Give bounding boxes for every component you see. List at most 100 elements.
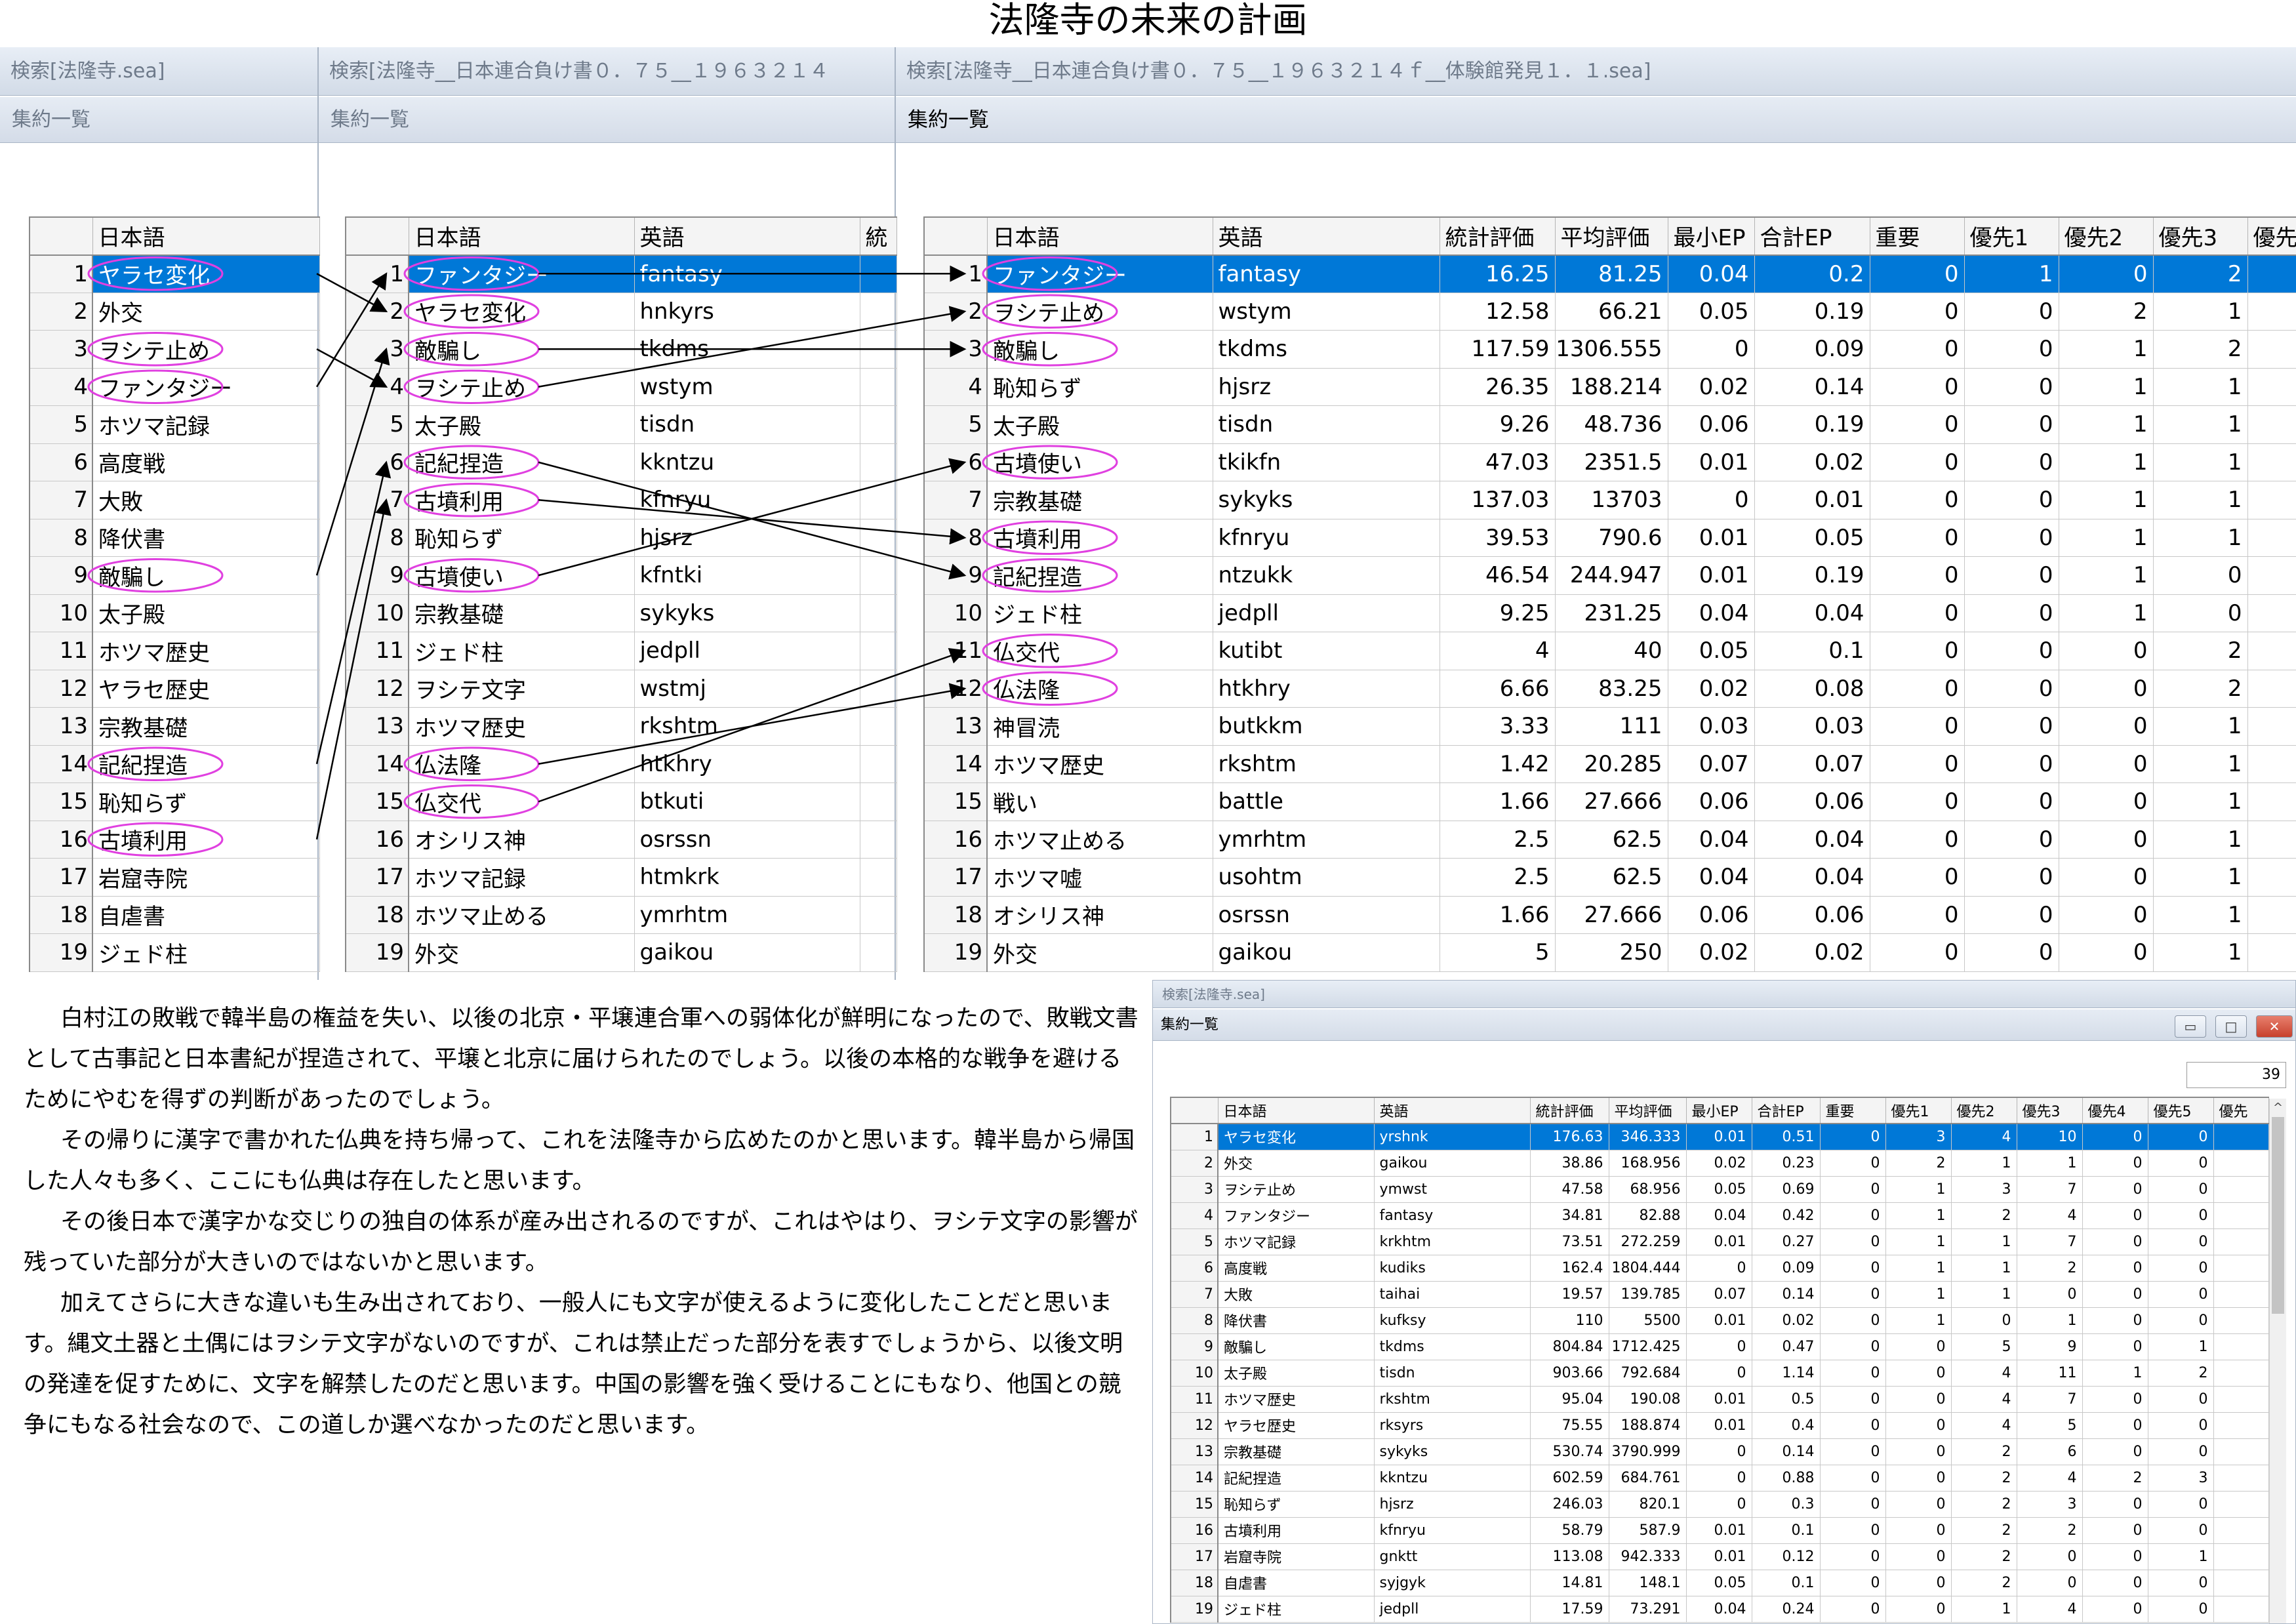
cell-sum-ep[interactable]: 0.42 (1752, 1202, 1821, 1229)
cell-en[interactable]: hnkyrs (634, 293, 860, 331)
cell-min-ep[interactable]: 0.04 (1668, 858, 1755, 897)
row-number[interactable]: 8 (924, 519, 988, 557)
cell-en[interactable]: hjsrz (1374, 1491, 1531, 1518)
cell-empty[interactable] (2213, 1176, 2269, 1203)
cell-en[interactable]: tkdms (1213, 330, 1440, 369)
cell-sum-ep[interactable]: 0.88 (1752, 1465, 1821, 1492)
col-header-min-ep[interactable]: 最小EP (1668, 217, 1755, 256)
cell-avg[interactable]: 1712.425 (1609, 1333, 1687, 1360)
row-number[interactable]: 13 (30, 707, 93, 746)
cell-min-ep[interactable]: 0 (1686, 1333, 1752, 1360)
cell-p1[interactable]: 1 (1885, 1255, 1952, 1282)
cell-empty[interactable] (860, 330, 897, 369)
cell-jp[interactable]: ヤラセ歴史 (92, 670, 320, 708)
cell-p4[interactable]: 0 (2082, 1491, 2148, 1518)
table-row[interactable]: 12 ヤラセ歴史 rksyrs 75.55 188.874 0.01 0.4 0 0 4 5 0 0 (1171, 1412, 2269, 1439)
cell-avg[interactable]: 111 (1555, 707, 1668, 746)
cell-sum-ep[interactable]: 0.02 (1754, 933, 1870, 972)
cell-p1[interactable]: 0 (1885, 1438, 1952, 1465)
cell-stat[interactable]: 162.4 (1530, 1255, 1609, 1282)
cell-en[interactable]: sykyks (634, 594, 860, 632)
window-3-summary-bar[interactable]: 集約一覧 (896, 97, 2296, 143)
cell-p3[interactable]: 1 (2153, 782, 2248, 821)
cell-min-ep[interactable]: 0.02 (1668, 670, 1755, 708)
row-number[interactable]: 9 (346, 556, 409, 595)
table-row[interactable]: 6 高度戦 (30, 443, 320, 481)
cell-empty[interactable] (860, 368, 897, 406)
row-number[interactable]: 16 (1171, 1517, 1218, 1544)
cell-p1[interactable]: 1 (1964, 254, 2059, 293)
cell-min-ep[interactable]: 0.04 (1686, 1202, 1752, 1229)
table-row[interactable]: 17 岩窟寺院 (30, 858, 320, 897)
table-row[interactable]: 1 ファンタジー fantasy 16.25 81.25 0.04 0.2 0 1 0 2 (924, 254, 2296, 293)
cell-min-ep[interactable]: 0.05 (1686, 1176, 1752, 1203)
cell-avg[interactable]: 250 (1555, 933, 1668, 972)
row-number[interactable]: 5 (924, 405, 988, 444)
cell-empty[interactable] (2213, 1255, 2269, 1282)
cell-sum-ep[interactable]: 0.01 (1754, 481, 1870, 519)
cell-p3[interactable]: 9 (2017, 1333, 2083, 1360)
cell-avg[interactable]: 13703 (1555, 481, 1668, 519)
cell-en[interactable]: gaikou (1213, 933, 1440, 972)
table-row[interactable]: 14 記紀捏造 kkntzu 602.59 684.761 0 0.88 0 0 2 4 2 3 (1171, 1465, 2269, 1492)
col-header-en[interactable]: 英語 (1213, 217, 1440, 256)
row-number[interactable]: 14 (346, 745, 409, 783)
cell-min-ep[interactable]: 0 (1668, 481, 1755, 519)
row-number[interactable]: 9 (924, 556, 988, 595)
col-header-p1[interactable]: 優先1 (1964, 217, 2059, 256)
cell-p2[interactable]: 4 (1951, 1124, 2017, 1150)
cell-jp[interactable]: ヲシテ止め (92, 330, 320, 369)
row-number[interactable]: 2 (346, 293, 409, 331)
cell-avg[interactable]: 73.291 (1609, 1596, 1687, 1623)
table-row[interactable]: 6 記紀捏造 kkntzu (346, 443, 897, 481)
col-header-p2[interactable]: 優先2 (2059, 217, 2154, 256)
cell-en[interactable]: wstym (1213, 293, 1440, 331)
cell-p2[interactable]: 1 (1951, 1228, 2017, 1255)
cell-en[interactable]: rkshtm (1374, 1386, 1531, 1413)
cell-jp[interactable]: ヲシテ止め (987, 293, 1213, 331)
cell-empty[interactable] (2247, 745, 2296, 783)
cell-avg[interactable]: 792.684 (1609, 1360, 1687, 1387)
cell-en[interactable]: ymwst (1374, 1176, 1531, 1203)
table-row[interactable]: 13 宗教基礎 sykyks 530.74 3790.999 0 0.14 0 0 2 6 0 0 (1171, 1438, 2269, 1465)
cell-en[interactable]: rksyrs (1374, 1412, 1531, 1439)
cell-sum-ep[interactable]: 0.03 (1754, 707, 1870, 746)
cell-p3[interactable]: 2 (2017, 1517, 2083, 1544)
cell-important[interactable]: 0 (1870, 745, 1965, 783)
cell-important[interactable]: 0 (1870, 556, 1965, 595)
cell-p4[interactable]: 0 (2082, 1281, 2148, 1308)
cell-stat[interactable]: 19.57 (1530, 1281, 1609, 1308)
cell-p3[interactable]: 4 (2017, 1596, 2083, 1623)
table-row[interactable]: 9 敵騙し tkdms 804.84 1712.425 0 0.47 0 0 5 9 0 1 (1171, 1333, 2269, 1360)
cell-p3[interactable]: 2 (2017, 1255, 2083, 1282)
cell-min-ep[interactable]: 0.01 (1668, 556, 1755, 595)
col-header-important[interactable]: 重要 (1870, 217, 1965, 256)
row-number[interactable]: 4 (1171, 1202, 1218, 1229)
cell-min-ep[interactable]: 0.02 (1668, 933, 1755, 972)
cell-jp[interactable]: 降伏書 (92, 519, 320, 557)
cell-jp[interactable]: 仏法隆 (987, 670, 1213, 708)
cell-p5[interactable]: 0 (2148, 1307, 2214, 1334)
cell-empty[interactable] (2247, 896, 2296, 934)
cell-p3[interactable]: 0 (2017, 1281, 2083, 1308)
cell-important[interactable]: 0 (1820, 1517, 1886, 1544)
cell-p2[interactable]: 0 (2059, 254, 2154, 293)
table-row[interactable]: 18 自虐書 syjgyk 14.81 148.1 0.05 0.1 0 0 2 0 0 0 (1171, 1570, 2269, 1596)
cell-stat[interactable]: 26.35 (1440, 368, 1556, 406)
cell-p2[interactable]: 0 (2059, 745, 2154, 783)
cell-min-ep[interactable]: 0.01 (1686, 1412, 1752, 1439)
row-number[interactable]: 9 (30, 556, 93, 595)
cell-stat[interactable]: 903.66 (1530, 1360, 1609, 1387)
row-number[interactable]: 8 (1171, 1307, 1218, 1334)
cell-jp[interactable]: 恥知らず (987, 368, 1213, 406)
cell-avg[interactable]: 1306.555 (1555, 330, 1668, 369)
col-header-min-ep[interactable]: 最小EP (1686, 1097, 1752, 1124)
cell-p2[interactable]: 4 (1951, 1360, 2017, 1387)
cell-p2[interactable]: 1 (1951, 1281, 2017, 1308)
row-number[interactable]: 10 (924, 594, 988, 632)
cell-stat[interactable]: 95.04 (1530, 1386, 1609, 1413)
cell-p1[interactable]: 1 (1885, 1202, 1952, 1229)
table-row[interactable]: 19 ジェド柱 jedpll 17.59 73.291 0.04 0.24 0 0 1 4 0 0 (1171, 1596, 2269, 1623)
cell-en[interactable]: htmkrk (634, 858, 860, 897)
cell-empty[interactable] (2213, 1124, 2269, 1150)
